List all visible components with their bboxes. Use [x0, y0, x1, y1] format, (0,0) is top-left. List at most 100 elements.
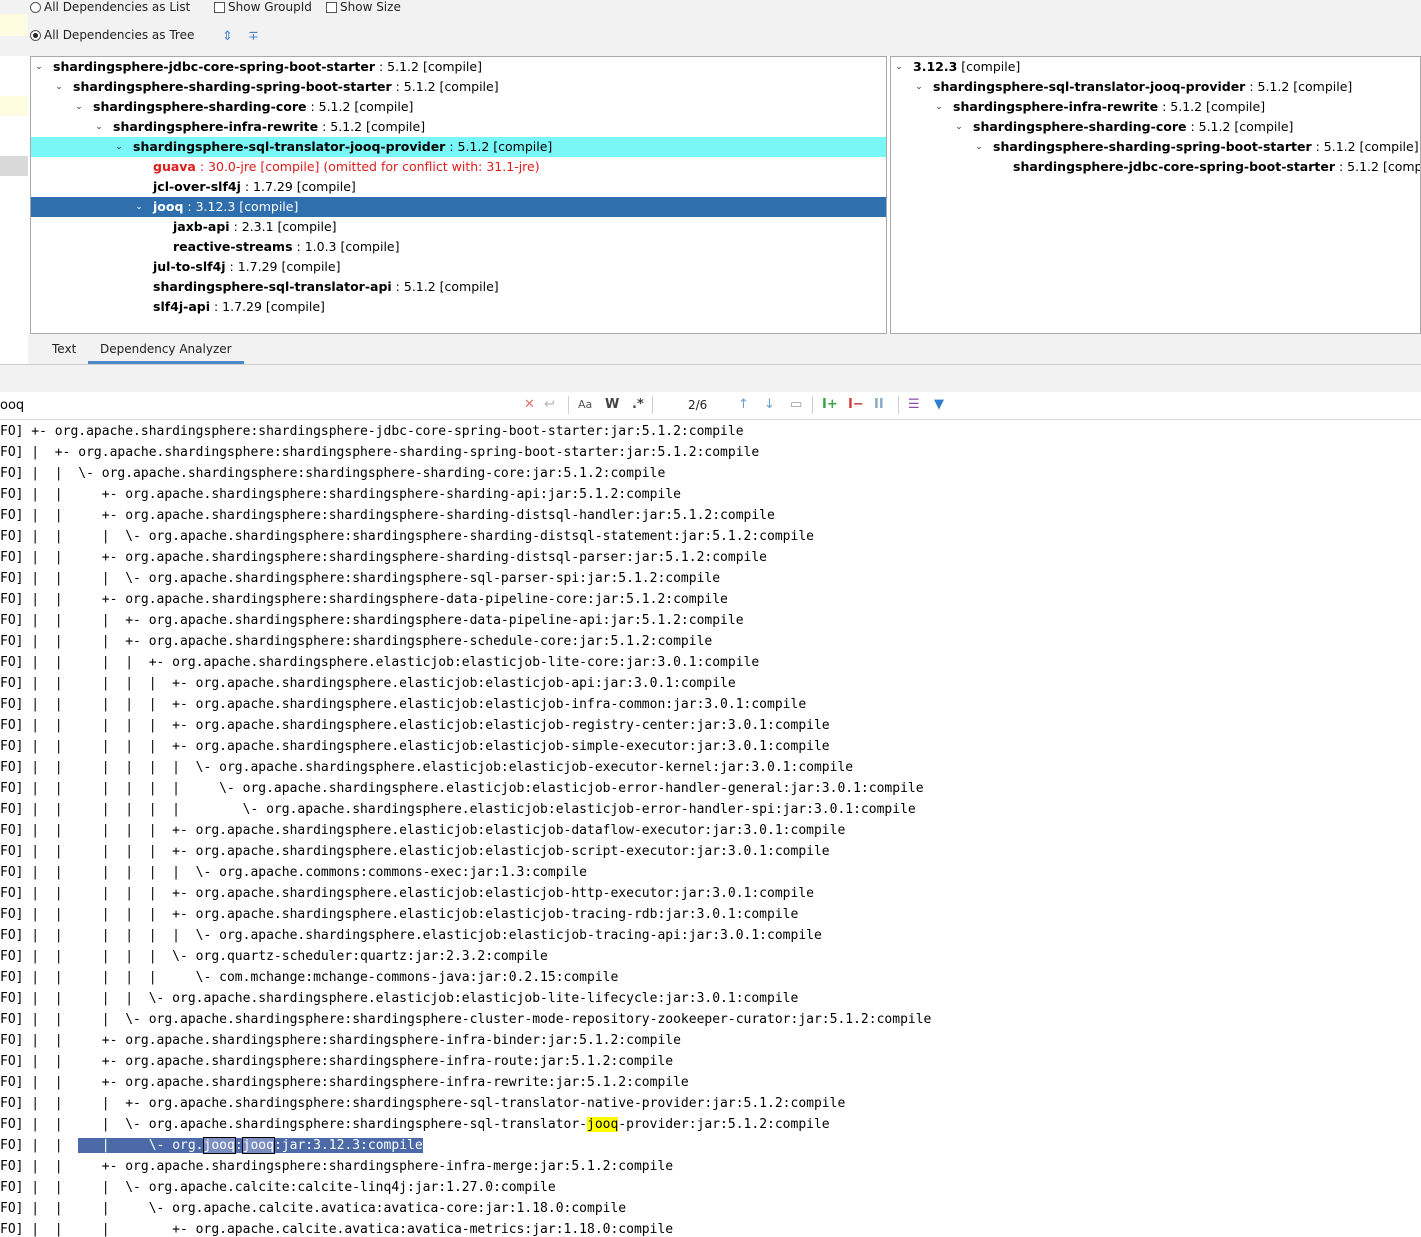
remove-selection-icon[interactable]: I− — [848, 397, 864, 413]
tree-node-selected[interactable]: ⌄ jooq : 3.12.3 [compile] — [31, 197, 886, 217]
console-line: FO] | | | \- org.apache.shardingsphere:s… — [0, 571, 721, 586]
console-line: FO] | | | \- org.apache.shardingsphere:s… — [0, 1117, 830, 1132]
show-groupid-label: Show GroupId — [228, 0, 312, 14]
match-counter: 2/6 — [688, 398, 708, 412]
chevron-down-icon[interactable]: ⌄ — [33, 57, 45, 77]
clear-search-icon[interactable]: ✕ — [524, 397, 535, 413]
select-all-matches-icon[interactable]: II — [874, 397, 884, 413]
dependency-tree-panel: ⌄ shardingsphere-jdbc-core-spring-boot-s… — [30, 56, 887, 334]
tree-node[interactable]: reactive-streams : 1.0.3 [compile] — [31, 237, 886, 257]
console-line: FO] | | | +- org.apache.shardingsphere:s… — [0, 1096, 846, 1111]
console-line: FO] | | | \- org.apache.shardingsphere:s… — [0, 529, 814, 544]
usage-node[interactable]: ⌄ shardingsphere-sql-translator-jooq-pro… — [891, 77, 1420, 97]
search-input[interactable] — [0, 392, 560, 419]
console-line: FO] | | | | | | \- org.apache.shardingsp… — [0, 802, 916, 817]
usages-tree-panel: ⌄ 3.12.3 [compile] ⌄ shardingsphere-sql-… — [890, 56, 1421, 334]
separator — [812, 396, 813, 414]
console-line: FO] | | | | | +- org.apache.shardingsphe… — [0, 739, 830, 754]
filter-lines-icon[interactable]: ☰ — [908, 397, 920, 413]
tab-dependency-analyzer[interactable]: Dependency Analyzer — [88, 334, 244, 364]
chevron-down-icon[interactable]: ⌄ — [73, 97, 85, 117]
tree-node-highlighted[interactable]: ⌄ shardingsphere-sql-translator-jooq-pro… — [31, 137, 886, 157]
expand-all-icon[interactable]: ⇕ — [222, 30, 233, 43]
console-search-bar: ✕ ↩ Aa W .* 2/6 ↑ ↓ ▭ I+ I− II ☰ ▼ — [0, 392, 1421, 420]
previous-match-icon[interactable]: ↑ — [738, 397, 749, 413]
console-line: FO] | | | \- org.apache.shardingsphere:s… — [0, 1012, 932, 1027]
whole-words-toggle[interactable]: W — [605, 397, 619, 413]
list-view-label: All Dependencies as List — [44, 0, 191, 14]
tree-view-radio[interactable]: All Dependencies as Tree — [30, 28, 194, 42]
console-line: FO] | | | | | \- org.quartz-scheduler:qu… — [0, 949, 548, 964]
console-line: FO] | | +- org.apache.shardingsphere:sha… — [0, 1075, 689, 1090]
separator — [898, 396, 899, 414]
show-size-checkbox[interactable]: Show Size — [326, 0, 401, 14]
console-line: FO] | | | | | +- org.apache.shardingsphe… — [0, 697, 807, 712]
match-case-toggle[interactable]: Aa — [578, 397, 592, 413]
editor-tabs: Text Dependency Analyzer — [28, 334, 1421, 364]
panel-divider — [0, 364, 1421, 392]
console-line: FO] | | | | | \- com.mchange:mchange-com… — [0, 970, 619, 985]
console-line: FO] | | | | | +- org.apache.shardingsphe… — [0, 886, 814, 901]
chevron-down-icon[interactable]: ⌄ — [133, 197, 145, 217]
usage-node[interactable]: ⌄ shardingsphere-infra-rewrite : 5.1.2 [… — [891, 97, 1420, 117]
usage-node[interactable]: shardingsphere-jdbc-core-spring-boot-sta… — [891, 157, 1420, 177]
console-line: FO] | | +- org.apache.shardingsphere:sha… — [0, 508, 775, 523]
console-line: FO] | | | | | +- org.apache.shardingsphe… — [0, 676, 736, 691]
tree-node[interactable]: ⌄ shardingsphere-sharding-core : 5.1.2 [… — [31, 97, 886, 117]
console-line: FO] | | | +- org.apache.shardingsphere:s… — [0, 634, 713, 649]
console-line: FO] | | \- org.apache.shardingsphere:sha… — [0, 466, 666, 481]
add-selection-icon[interactable]: I+ — [822, 397, 838, 413]
chevron-down-icon[interactable]: ⌄ — [913, 77, 925, 97]
console-line: FO] | | | | | | \- org.apache.commons:co… — [0, 865, 587, 880]
show-groupid-checkbox[interactable]: Show GroupId — [214, 0, 312, 14]
tree-node[interactable]: jaxb-api : 2.3.1 [compile] — [31, 217, 886, 237]
tree-radio-indicator[interactable] — [30, 29, 41, 41]
groupid-check-indicator[interactable] — [214, 1, 225, 13]
gutter-highlight — [0, 14, 28, 36]
usage-node[interactable]: ⌄ shardingsphere-sharding-core : 5.1.2 [… — [891, 117, 1420, 137]
tree-node[interactable]: shardingsphere-sql-translator-api : 5.1.… — [31, 277, 886, 297]
console-line: FO] | | +- org.apache.shardingsphere:sha… — [0, 487, 681, 502]
collapse-all-icon[interactable]: ∓ — [248, 30, 259, 43]
tab-text[interactable]: Text — [52, 334, 76, 364]
next-match-icon[interactable]: ↓ — [764, 397, 775, 413]
tree-node[interactable]: jul-to-slf4j : 1.7.29 [compile] — [31, 257, 886, 277]
newline-icon[interactable]: ↩ — [544, 397, 555, 413]
console-line: FO] | | +- org.apache.shardingsphere:sha… — [0, 550, 768, 565]
tree-node[interactable]: jcl-over-slf4j : 1.7.29 [compile] — [31, 177, 886, 197]
size-check-indicator[interactable] — [326, 1, 337, 13]
list-view-radio[interactable]: All Dependencies as List — [30, 0, 190, 14]
filter-icon[interactable]: ▼ — [934, 397, 944, 413]
gutter-marker — [0, 156, 28, 176]
chevron-down-icon[interactable]: ⌄ — [53, 77, 65, 97]
usage-node[interactable]: ⌄ 3.12.3 [compile] — [891, 57, 1420, 77]
console-line: FO] | | | | | +- org.apache.shardingsphe… — [0, 823, 846, 838]
tree-node-conflict[interactable]: guava : 30.0-jre [compile] (omitted for … — [31, 157, 886, 177]
list-radio-indicator[interactable] — [30, 1, 41, 13]
separator — [568, 396, 569, 414]
chevron-down-icon[interactable]: ⌄ — [953, 117, 965, 137]
console-line: FO] | | | +- org.apache.shardingsphere:s… — [0, 613, 744, 628]
console-line: FO] | | | | | | \- org.apache.shardingsp… — [0, 781, 924, 796]
tree-node[interactable]: ⌄ shardingsphere-infra-rewrite : 5.1.2 [… — [31, 117, 886, 137]
console-line: FO] | | | | | +- org.apache.shardingsphe… — [0, 718, 830, 733]
tree-node[interactable]: ⌄ shardingsphere-sharding-spring-boot-st… — [31, 77, 886, 97]
usage-node[interactable]: ⌄ shardingsphere-sharding-spring-boot-st… — [891, 137, 1420, 157]
chevron-down-icon[interactable]: ⌄ — [893, 57, 905, 77]
tree-node[interactable]: slf4j-api : 1.7.29 [compile] — [31, 297, 886, 317]
chevron-down-icon[interactable]: ⌄ — [973, 137, 985, 157]
tree-node[interactable]: ⌄ shardingsphere-jdbc-core-spring-boot-s… — [31, 57, 886, 77]
chevron-down-icon[interactable]: ⌄ — [933, 97, 945, 117]
separator — [652, 396, 653, 414]
select-all-occurrences-icon[interactable]: ▭ — [790, 397, 802, 413]
console-line: FO] | | | \- org.apache.calcite:calcite-… — [0, 1180, 556, 1195]
gutter-highlight-2 — [0, 96, 28, 116]
chevron-down-icon[interactable]: ⌄ — [113, 137, 125, 157]
console-line: FO] | | +- org.apache.shardingsphere:sha… — [0, 1159, 674, 1174]
console-line: FO] | +- org.apache.shardingsphere:shard… — [0, 445, 760, 460]
regex-toggle[interactable]: .* — [632, 397, 644, 413]
console-line: FO] | | | | | +- org.apache.shardingsphe… — [0, 907, 799, 922]
show-size-label: Show Size — [340, 0, 401, 14]
chevron-down-icon[interactable]: ⌄ — [93, 117, 105, 137]
console-line: FO] | | | \- org.apache.calcite.avatica:… — [0, 1201, 627, 1216]
